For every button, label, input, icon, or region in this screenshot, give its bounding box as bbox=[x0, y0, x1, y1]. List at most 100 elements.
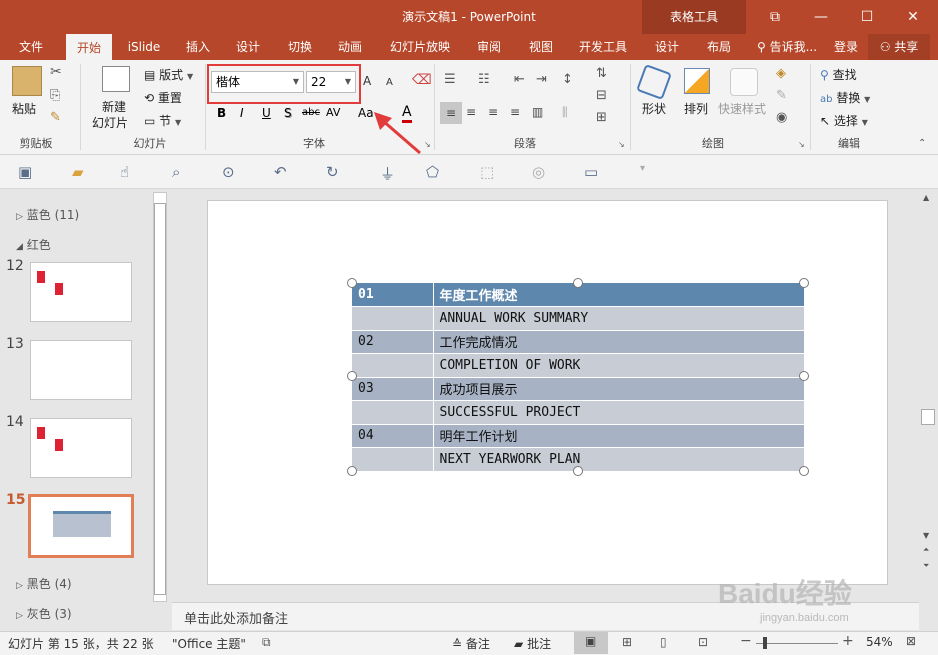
paste-button[interactable]: 粘贴 bbox=[12, 100, 36, 117]
table-cell[interactable]: COMPLETION OF WORK bbox=[433, 353, 804, 378]
tab-view[interactable]: 视图 bbox=[520, 34, 562, 60]
thumbnail-scrollbar[interactable] bbox=[153, 192, 167, 602]
previous-slide-icon[interactable]: ⏶ bbox=[923, 545, 929, 555]
fit-to-window-icon[interactable]: ⊠ bbox=[906, 634, 916, 648]
slide-thumbnail-13[interactable] bbox=[30, 340, 132, 400]
touch-mode-icon[interactable]: ☝ bbox=[120, 163, 129, 181]
resize-handle-top-left[interactable] bbox=[347, 278, 357, 288]
dialog-launcher-icon[interactable]: ↘ bbox=[798, 140, 805, 149]
reset-button[interactable]: ⟲ 重置 bbox=[144, 89, 182, 106]
open-folder-icon[interactable]: ▰ bbox=[72, 163, 84, 181]
decrease-indent-icon[interactable]: ⇤ bbox=[514, 72, 525, 87]
align-center-icon[interactable]: ≡ bbox=[466, 105, 476, 119]
zoom-level[interactable]: 54% bbox=[866, 635, 893, 649]
picture-icon[interactable]: ▭ bbox=[584, 163, 598, 181]
font-size-dropdown[interactable]: 22 ▼ bbox=[306, 71, 356, 93]
resize-handle-right[interactable] bbox=[799, 371, 809, 381]
save-icon[interactable]: ▣ bbox=[18, 163, 32, 181]
tab-insert[interactable]: 插入 bbox=[178, 34, 218, 60]
comments-toggle-button[interactable]: ▰ 批注 bbox=[514, 635, 551, 652]
underline-button[interactable]: U bbox=[262, 106, 271, 120]
tab-islide[interactable]: iSlide bbox=[122, 34, 166, 60]
shadow-button[interactable]: S bbox=[284, 106, 292, 120]
share-button[interactable]: ⚇ 共享 bbox=[868, 34, 930, 60]
dialog-launcher-icon[interactable]: ↘ bbox=[618, 140, 625, 149]
scrollbar-thumb[interactable] bbox=[154, 203, 166, 595]
table-row[interactable]: SUCCESSFUL PROJECT bbox=[352, 400, 804, 425]
table-cell[interactable]: NEXT YEARWORK PLAN bbox=[433, 447, 804, 472]
justify-icon[interactable]: ≡ bbox=[510, 105, 520, 119]
table-cell[interactable]: 工作完成情况 bbox=[433, 330, 804, 354]
numbering-icon[interactable]: ☷ bbox=[478, 72, 490, 87]
increase-indent-icon[interactable]: ⇥ bbox=[536, 72, 547, 87]
resize-handle-bottom-right[interactable] bbox=[799, 466, 809, 476]
line-spacing-icon[interactable]: ↕ bbox=[562, 72, 573, 87]
tab-developer[interactable]: 开发工具 bbox=[572, 34, 634, 60]
presenter-icon[interactable]: ⊙ bbox=[222, 163, 235, 181]
table-cell[interactable]: 年度工作概述 bbox=[433, 283, 804, 307]
table-cell[interactable] bbox=[352, 353, 434, 378]
clear-formatting-icon[interactable]: ⌫ bbox=[412, 72, 432, 88]
group-icon[interactable]: ⬚ bbox=[480, 163, 494, 181]
section-blue[interactable]: ▷ 蓝色 (11) bbox=[16, 206, 79, 223]
table-cell[interactable] bbox=[352, 447, 434, 472]
slide-sorter-icon[interactable]: ⊞ bbox=[622, 635, 632, 649]
undo-icon[interactable]: ↶ bbox=[274, 163, 287, 181]
slideshow-icon[interactable]: ⊡ bbox=[698, 635, 708, 649]
columns-icon[interactable]: ⫼ bbox=[562, 105, 568, 120]
tab-design[interactable]: 设计 bbox=[228, 34, 268, 60]
collapse-ribbon-icon[interactable]: ⌃ bbox=[918, 138, 926, 149]
cut-icon[interactable]: ✂ bbox=[50, 64, 62, 80]
shape-fill-icon[interactable]: ◈ bbox=[776, 66, 786, 81]
shapes-button[interactable]: 形状 bbox=[642, 100, 666, 117]
table-row[interactable]: ANNUAL WORK SUMMARY bbox=[352, 306, 804, 331]
layout-button[interactable]: ▤ 版式 ▼ bbox=[144, 66, 193, 83]
resize-handle-top-right[interactable] bbox=[799, 278, 809, 288]
select-button[interactable]: ↖ 选择 ▼ bbox=[820, 112, 868, 129]
zoom-slider[interactable] bbox=[756, 643, 838, 644]
tab-file[interactable]: 文件 bbox=[10, 34, 52, 60]
table-cell[interactable]: 明年工作计划 bbox=[433, 424, 804, 448]
arrange-icon[interactable] bbox=[684, 68, 710, 94]
arrange-button[interactable]: 排列 bbox=[684, 100, 708, 117]
shape-outline-icon[interactable]: ✎ bbox=[776, 88, 787, 103]
zoom-in-icon[interactable]: + bbox=[842, 633, 854, 649]
shrink-font-button[interactable]: A bbox=[386, 77, 393, 88]
notes-toggle-button[interactable]: ≙ 备注 bbox=[452, 635, 490, 652]
section-gray[interactable]: ▷ 灰色 (3) bbox=[16, 605, 72, 622]
tab-home[interactable]: 开始 bbox=[66, 34, 112, 60]
align-text-icon[interactable]: ⊟ bbox=[596, 88, 607, 103]
table-row[interactable]: 02 工作完成情况 bbox=[352, 330, 804, 354]
section-red[interactable]: ◢ 红色 bbox=[16, 236, 51, 253]
italic-button[interactable]: I bbox=[240, 106, 244, 120]
bullets-icon[interactable]: ☰ bbox=[444, 72, 456, 87]
scroll-down-icon[interactable]: ▼ bbox=[923, 531, 929, 540]
new-slide-label-1[interactable]: 新建 bbox=[102, 98, 126, 115]
table-cell[interactable]: SUCCESSFUL PROJECT bbox=[433, 400, 804, 425]
distributed-icon[interactable]: ▥ bbox=[532, 105, 543, 119]
tab-animations[interactable]: 动画 bbox=[330, 34, 370, 60]
slide-thumbnail-12[interactable] bbox=[30, 262, 132, 322]
reading-view-icon[interactable]: ▯ bbox=[660, 635, 667, 649]
minimize-icon[interactable]: — bbox=[798, 0, 844, 34]
redo-icon[interactable]: ↻ bbox=[326, 163, 339, 181]
table-cell[interactable]: 02 bbox=[352, 330, 434, 354]
customize-qat-icon[interactable]: ▾ bbox=[640, 163, 645, 174]
shape-insert-icon[interactable]: ⬠ bbox=[426, 163, 439, 181]
table-cell[interactable]: 04 bbox=[352, 424, 434, 448]
strikethrough-button[interactable]: abc bbox=[302, 107, 320, 118]
slide-thumbnail-14[interactable] bbox=[30, 418, 132, 478]
normal-view-button[interactable]: ▣ bbox=[574, 632, 608, 654]
format-painter-icon[interactable]: ✎ bbox=[50, 110, 61, 125]
align-left-icon[interactable]: ≡ bbox=[440, 102, 462, 124]
slide-table[interactable]: 01 年度工作概述 ANNUAL WORK SUMMARY 02 工作完成情况 CO… bbox=[352, 283, 804, 472]
tell-me-box[interactable]: ⚲ 告诉我... bbox=[752, 34, 822, 60]
tab-review[interactable]: 审阅 bbox=[468, 34, 510, 60]
accessibility-icon[interactable]: ⧉ bbox=[262, 635, 271, 650]
resize-handle-top[interactable] bbox=[573, 278, 583, 288]
character-spacing-button[interactable]: AV bbox=[326, 106, 340, 119]
scroll-up-icon[interactable]: ▲ bbox=[923, 193, 929, 202]
table-row[interactable]: 04 明年工作计划 bbox=[352, 424, 804, 448]
tab-table-layout[interactable]: 布局 bbox=[698, 34, 740, 60]
tab-table-design[interactable]: 设计 bbox=[646, 34, 688, 60]
